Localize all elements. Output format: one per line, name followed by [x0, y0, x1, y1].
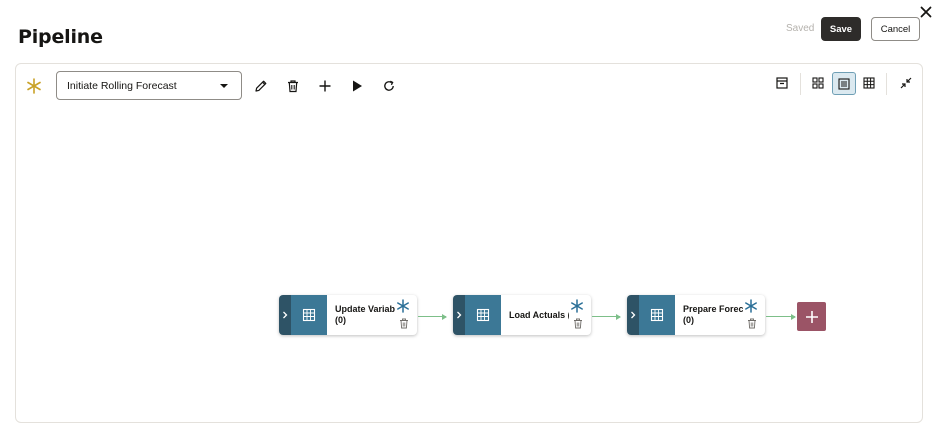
chevron-down-icon [220, 84, 228, 88]
spark-icon [571, 299, 583, 313]
chevron-right-icon [457, 311, 462, 319]
trash-icon[interactable] [747, 318, 757, 329]
stage-connector [766, 313, 796, 320]
refresh-icon [384, 80, 394, 91]
table-view-button[interactable] [858, 72, 880, 94]
spark-icon [745, 299, 757, 313]
card-view-button[interactable] [807, 72, 829, 94]
table-view-icon [863, 77, 875, 89]
toolbar-divider [886, 73, 887, 95]
collapse-button[interactable] [895, 72, 917, 94]
delete-button[interactable] [282, 75, 304, 97]
run-icon [353, 80, 362, 92]
stage-connector [592, 313, 621, 320]
edit-button[interactable] [250, 75, 272, 97]
stage-card[interactable]: Prepare Forecast (0) [627, 295, 765, 335]
trash-icon[interactable] [573, 318, 583, 329]
stage-count: (0) [683, 315, 694, 325]
pipeline-select[interactable]: Initiate Rolling Forecast [56, 71, 242, 100]
collapse-icon [900, 77, 912, 89]
expand-button[interactable] [453, 295, 465, 335]
expand-button[interactable] [279, 295, 291, 335]
trash-icon[interactable] [399, 318, 409, 329]
pipeline-select-value: Initiate Rolling Forecast [67, 79, 177, 92]
list-view-button[interactable] [832, 72, 856, 95]
expand-button[interactable] [627, 295, 639, 335]
add-icon [319, 80, 331, 92]
list-view-icon [838, 77, 850, 90]
stage-tile [639, 295, 675, 335]
add-stage-button[interactable] [797, 302, 826, 331]
chevron-right-icon [283, 311, 288, 319]
table-icon [476, 308, 490, 322]
saved-status: Saved [786, 23, 815, 34]
chevron-right-icon [631, 311, 636, 319]
stage-tile [291, 295, 327, 335]
stage-name: Update Variables [335, 304, 395, 314]
cancel-button[interactable]: Cancel [871, 17, 920, 41]
run-button[interactable] [346, 75, 368, 97]
page-title: Pipeline [18, 26, 103, 48]
archive-button[interactable] [771, 72, 793, 94]
spark-icon [397, 299, 409, 313]
add-button[interactable] [314, 75, 336, 97]
refresh-button[interactable] [378, 75, 400, 97]
pipeline-panel [15, 63, 923, 423]
stage-name: Load Actuals (0) [509, 310, 569, 320]
stage-tile [465, 295, 501, 335]
stage-connector [418, 313, 447, 320]
asterisk-icon [23, 75, 45, 97]
save-button[interactable]: Save [821, 17, 861, 41]
toolbar-divider [800, 73, 801, 95]
table-icon [650, 308, 664, 322]
archive-icon [776, 77, 788, 89]
card-view-icon [812, 77, 824, 89]
stage-count: (0) [335, 315, 346, 325]
stage-card[interactable]: Update Variables (0) [279, 295, 417, 335]
edit-icon [255, 80, 267, 92]
stage-card[interactable]: Load Actuals (0) [453, 295, 591, 335]
plus-icon [805, 310, 818, 323]
table-icon [302, 308, 316, 322]
delete-icon [288, 80, 298, 93]
stage-name: Prepare Forecast [683, 304, 743, 314]
close-icon [920, 6, 932, 18]
